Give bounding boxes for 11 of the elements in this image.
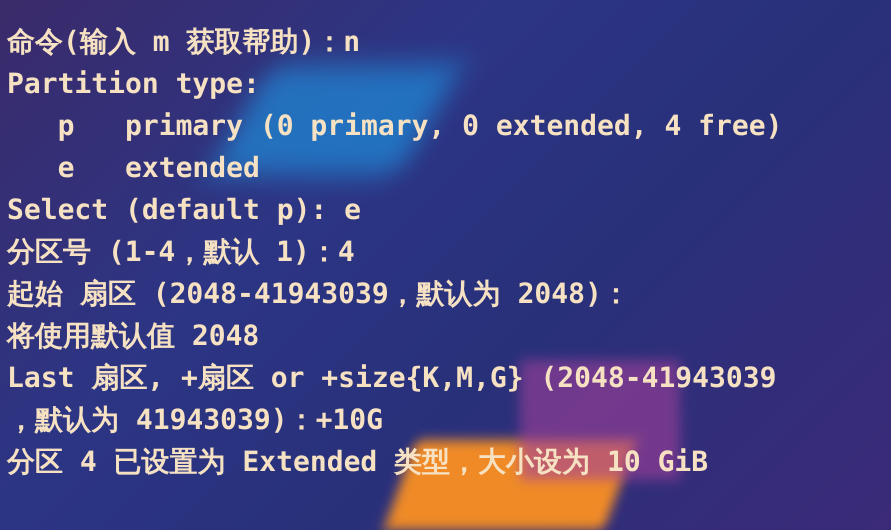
terminal-line: e extended — [56, 150, 260, 186]
terminal-line: 起始 扇区 (2048-41943039，默认为 2048)： — [7, 276, 630, 312]
terminal-line: 分区 4 已设置为 Extended 类型，大小设为 10 GiB — [7, 444, 708, 480]
terminal-line: Last 扇区, +扇区 or +size{K,M,G} (2048-41943039 — [7, 360, 776, 396]
terminal-line: Select (default p): e — [7, 192, 362, 228]
terminal-line: ，默认为 41943039)：+10G — [7, 402, 384, 438]
terminal-line: 分区号 (1-4，默认 1)：4 — [7, 234, 355, 270]
terminal-line: 将使用默认值 2048 — [7, 318, 260, 354]
terminal-line: 命令(输入 m 获取帮助)：n — [7, 24, 360, 60]
terminal-line: p primary (0 primary, 0 extended, 4 free) — [56, 108, 782, 144]
terminal-line: Partition type: — [7, 66, 260, 102]
